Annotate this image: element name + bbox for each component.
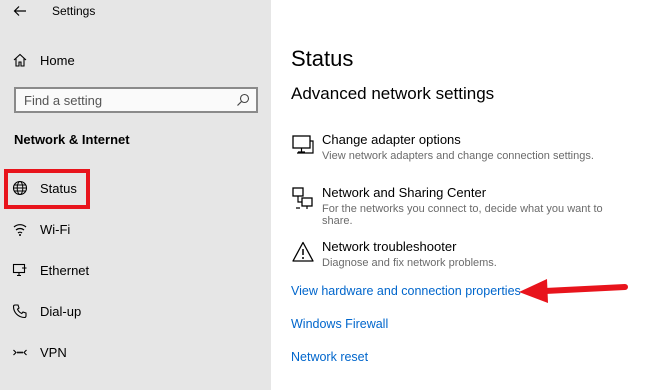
sidebar-item-status[interactable]: Status	[0, 170, 271, 206]
option-title: Network troubleshooter	[322, 239, 457, 254]
sidebar-item-ethernet[interactable]: Ethernet	[0, 252, 271, 288]
back-arrow-icon[interactable]	[12, 3, 28, 19]
sidebar-item-label: Status	[40, 180, 77, 196]
warning-icon	[292, 241, 314, 262]
sidebar-item-home[interactable]: Home	[0, 42, 271, 78]
option-title: Change adapter options	[322, 132, 461, 147]
sidebar-item-label: Dial-up	[40, 303, 82, 319]
sidebar-item-label: VPN	[40, 344, 67, 360]
phone-icon	[12, 303, 28, 319]
sidebar-item-label: Home	[40, 52, 75, 68]
page-title: Status	[291, 46, 354, 71]
sidebar-item-wifi[interactable]: Wi-Fi	[0, 211, 271, 247]
search-input[interactable]	[16, 89, 256, 111]
main-panel: Status Advanced network settings Change …	[271, 0, 650, 390]
monitor-icon	[292, 135, 314, 154]
sidebar-item-label: Wi-Fi	[40, 221, 71, 237]
title-bar: Settings	[0, 0, 271, 24]
window-title: Settings	[52, 4, 96, 18]
change-adapter-options[interactable]: Change adapter options View network adap…	[291, 132, 631, 172]
home-icon	[12, 52, 28, 68]
option-description: Diagnose and fix network problems.	[322, 257, 497, 269]
wifi-icon	[12, 221, 28, 237]
view-hardware-properties-link[interactable]: View hardware and connection properties	[291, 284, 521, 298]
option-description: View network adapters and change connect…	[322, 150, 594, 162]
windows-firewall-link[interactable]: Windows Firewall	[291, 317, 388, 331]
sharing-icon	[292, 187, 313, 209]
network-reset-link[interactable]: Network reset	[291, 350, 368, 364]
section-subtitle: Advanced network settings	[291, 84, 495, 103]
sidebar-item-label: Ethernet	[40, 262, 90, 278]
ethernet-icon	[12, 262, 28, 278]
vpn-icon	[12, 344, 28, 360]
globe-icon	[12, 180, 28, 196]
sidebar: Settings Home Network & Internet Status …	[0, 0, 271, 390]
search-box	[14, 87, 258, 113]
option-description: For the networks you connect to, decide …	[322, 203, 603, 227]
sidebar-item-vpn[interactable]: VPN	[0, 334, 271, 370]
network-troubleshooter[interactable]: Network troubleshooter Diagnose and fix …	[291, 239, 631, 279]
annotation-arrow-icon	[519, 279, 628, 303]
section-heading: Network & Internet	[14, 132, 130, 147]
network-sharing-center[interactable]: Network and Sharing Center For the netwo…	[291, 185, 631, 227]
sidebar-item-dialup[interactable]: Dial-up	[0, 293, 271, 329]
search-icon[interactable]	[236, 93, 250, 107]
option-title: Network and Sharing Center	[322, 185, 487, 200]
